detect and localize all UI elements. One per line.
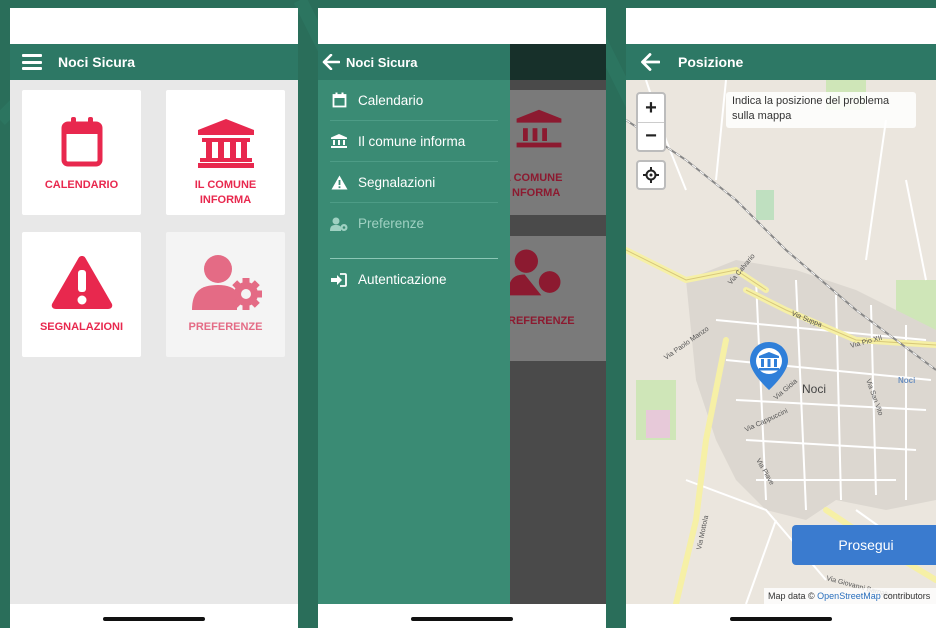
position-screen: Posizione Via Suppa Via Pio XII Via Calv… <box>626 8 936 628</box>
warning-icon <box>331 175 347 189</box>
tile-calendario[interactable]: CALENDARIO <box>22 90 141 215</box>
user-settings-icon <box>510 249 561 296</box>
drawer-title: Noci Sicura <box>346 54 418 70</box>
tile-label: IL COMUNE INFORMA <box>194 179 257 206</box>
back-arrow-icon[interactable] <box>322 54 340 70</box>
calendar-icon <box>61 117 102 167</box>
menu-label: Segnalazioni <box>358 174 436 190</box>
menu-item-segnalazioni[interactable]: Segnalazioni <box>330 162 498 203</box>
zoom-control: + − <box>636 92 666 152</box>
home-indicator <box>626 604 936 628</box>
attribution-text: Map data © <box>768 591 818 601</box>
home-indicator <box>10 604 298 628</box>
tile-segnalazioni[interactable]: SEGNALAZIONI <box>22 232 141 357</box>
prosegui-button[interactable]: Prosegui <box>792 525 936 565</box>
screen-title: Posizione <box>678 54 744 70</box>
tile-label: CALENDARIO <box>44 179 119 191</box>
menu-label: Calendario <box>358 92 424 108</box>
status-bar <box>10 8 298 44</box>
locate-button[interactable] <box>636 160 666 190</box>
menu-item-comune-informa[interactable]: Il comune informa <box>330 121 498 162</box>
status-bar <box>318 8 606 44</box>
app-title: Noci Sicura <box>58 54 136 70</box>
menu-item-autenticazione[interactable]: Autenticazione <box>330 259 498 300</box>
shade-label: REFERENZE <box>510 315 575 327</box>
menu-label: Autenticazione <box>358 272 447 287</box>
town-hall-icon <box>516 109 562 148</box>
zoom-in-button[interactable]: + <box>638 94 664 122</box>
drawer-header: Noci Sicura <box>318 44 510 80</box>
app-bar: Noci Sicura <box>10 44 298 80</box>
menu-item-preferenze[interactable]: Preferenze <box>330 203 498 244</box>
side-drawer: Noci Sicura Calendario Il comune informa… <box>318 44 510 604</box>
tile-preferenze[interactable]: PREFERENZE <box>166 232 285 357</box>
menu-item-calendario[interactable]: Calendario <box>330 80 498 121</box>
town-label: Noci <box>802 382 826 396</box>
tile-label: SEGNALAZIONI <box>39 321 124 333</box>
calendar-icon <box>332 92 346 108</box>
shade-label: NFORMA <box>512 187 561 199</box>
tile-comune-informa[interactable]: IL COMUNE INFORMA <box>166 90 285 215</box>
crosshair-icon <box>643 167 659 183</box>
map-marker-icon[interactable] <box>748 340 790 392</box>
menu-label: Il comune informa <box>358 133 466 149</box>
map-view[interactable]: Via Suppa Via Pio XII Via Calvario Via M… <box>626 80 936 604</box>
shade-label: L COMUNE <box>510 172 563 184</box>
town-hall-icon <box>331 134 347 148</box>
user-settings-icon <box>191 255 262 310</box>
zoom-out-button[interactable]: − <box>638 122 664 150</box>
attribution-text: contributors <box>880 591 931 601</box>
osm-link[interactable]: OpenStreetMap <box>817 591 881 601</box>
town-hall-icon <box>197 119 254 168</box>
home-indicator <box>318 604 606 628</box>
status-bar <box>626 8 936 44</box>
drawer-overlay[interactable]: L COMUNE NFORMA REFERENZE <box>510 44 606 604</box>
back-arrow-icon[interactable] <box>640 53 660 71</box>
sign-in-icon <box>331 272 347 287</box>
menu-label: Preferenze <box>358 216 425 231</box>
home-screen: Noci Sicura CALENDARIO IL COMUNE INFORMA… <box>10 8 298 628</box>
home-grid: CALENDARIO IL COMUNE INFORMA SEGNALAZION… <box>10 80 298 604</box>
drawer-screen: L COMUNE NFORMA REFERENZE Noci Sicura Ca… <box>318 8 606 628</box>
map-hint: Indica la posizione del problema sulla m… <box>726 92 916 128</box>
tile-label: PREFERENZE <box>188 321 263 333</box>
user-settings-icon <box>330 217 348 231</box>
warning-icon <box>51 256 112 309</box>
town-label-secondary: Noci <box>898 376 915 385</box>
app-bar: Posizione <box>626 44 936 80</box>
hamburger-menu-icon[interactable] <box>22 54 42 70</box>
map-attribution: Map data © OpenStreetMap contributors <box>764 588 936 604</box>
